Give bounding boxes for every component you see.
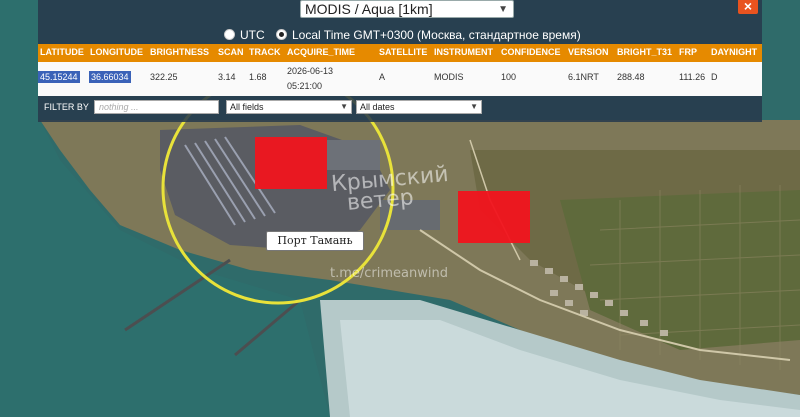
cell-satellite: A (379, 72, 386, 82)
col-brightness[interactable]: BRIGHTNESS (150, 47, 209, 57)
col-version[interactable]: VERSION (568, 47, 609, 57)
col-confidence[interactable]: CONFIDENCE (501, 47, 561, 57)
col-latitude[interactable]: LATITUDE (40, 47, 84, 57)
col-longitude[interactable]: LONGITUDE (90, 47, 143, 57)
watermark-url: t.me/crimeanwind (330, 266, 448, 281)
filter-dates-value: All dates (360, 102, 395, 112)
col-satellite[interactable]: SATELLITE (379, 47, 427, 57)
cell-version: 6.1NRT (568, 72, 599, 82)
cell-instrument: MODIS (434, 72, 464, 82)
satellite-select[interactable]: MODIS / Aqua [1km] ▼ (300, 0, 514, 18)
fire-data-table: LATITUDE LONGITUDE BRIGHTNESS SCAN TRACK… (38, 44, 762, 96)
local-time-label: Local Time GMT+0300 (Москва, стандартное… (292, 28, 581, 42)
cell-scan: 3.14 (218, 72, 236, 82)
cell-acquire-time: 05:21:00 (287, 81, 323, 91)
cell-longitude[interactable]: 36.66034 (89, 71, 131, 83)
col-frp[interactable]: FRP (679, 47, 697, 57)
timezone-selector: UTC Local Time GMT+0300 (Москва, стандар… (38, 26, 762, 44)
cell-acquire-date: 2026-06-13 (287, 66, 334, 76)
col-track[interactable]: TRACK (249, 47, 281, 57)
filter-fields-value: All fields (230, 102, 264, 112)
col-instrument[interactable]: INSTRUMENT (434, 47, 493, 57)
cell-brightness: 322.25 (150, 72, 178, 82)
place-label: Порт Тамань (266, 231, 364, 251)
chevron-down-icon: ▼ (498, 4, 508, 15)
table-header: LATITUDE LONGITUDE BRIGHTNESS SCAN TRACK… (38, 44, 762, 62)
fire-detection-marker[interactable] (458, 191, 530, 243)
filter-bar: FILTER BY nothing ... All fields ▼ All d… (38, 96, 762, 118)
table-row[interactable]: 45.15244 36.66034 322.25 3.14 1.68 2026-… (38, 62, 762, 96)
filter-fields-select[interactable]: All fields ▼ (226, 100, 352, 114)
chevron-down-icon: ▼ (470, 102, 478, 111)
utc-label: UTC (240, 28, 265, 42)
cell-track: 1.68 (249, 72, 267, 82)
cell-bright-t31: 288.48 (617, 72, 645, 82)
col-daynight[interactable]: DAYNIGHT (711, 47, 757, 57)
close-button[interactable]: × (738, 0, 758, 14)
local-time-radio[interactable] (276, 29, 287, 40)
col-scan[interactable]: SCAN (218, 47, 244, 57)
fire-detection-marker[interactable] (255, 137, 327, 189)
cell-confidence: 100 (501, 72, 517, 82)
filter-dates-select[interactable]: All dates ▼ (356, 100, 482, 114)
col-acquire-time[interactable]: ACQUIRE_TIME (287, 47, 355, 57)
satellite-select-value: MODIS / Aqua [1km] (305, 1, 433, 17)
chevron-down-icon: ▼ (340, 102, 348, 111)
filter-input[interactable]: nothing ... (94, 100, 219, 114)
cell-daynight: D (711, 72, 718, 82)
col-bright-t31[interactable]: BRIGHT_T31 (617, 47, 672, 57)
utc-radio[interactable] (224, 29, 235, 40)
cell-frp: 111.26 (679, 72, 706, 82)
filter-label: FILTER BY (44, 102, 89, 112)
cell-latitude[interactable]: 45.15244 (38, 71, 80, 83)
